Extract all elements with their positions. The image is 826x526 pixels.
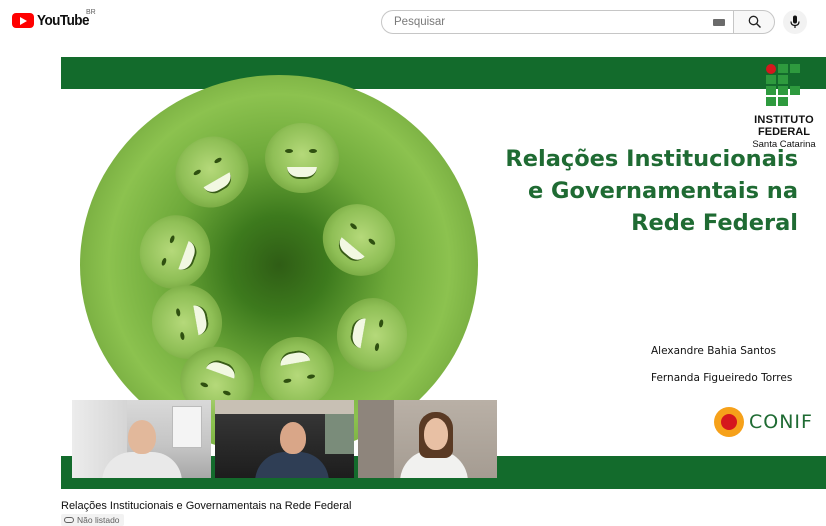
- youtube-logo[interactable]: YouTube BR: [12, 9, 96, 29]
- author-name: Alexandre Bahia Santos: [651, 345, 776, 357]
- visibility-badge-label: Não listado: [77, 515, 120, 525]
- slide-title-line: Relações Institucionais: [505, 146, 798, 172]
- search-input[interactable]: Pesquisar: [381, 10, 733, 34]
- face-illustration: [162, 123, 262, 221]
- ifsc-red-dot: [766, 64, 776, 74]
- search-placeholder: Pesquisar: [394, 16, 446, 28]
- webcam-tile-participant-3: [358, 400, 497, 478]
- link-icon: [64, 517, 74, 523]
- face-illustration: [331, 292, 413, 378]
- webcam-tile-participant-1: [72, 400, 211, 478]
- face-illustration: [265, 123, 339, 193]
- author-name: Fernanda Figueiredo Torres: [651, 372, 793, 384]
- institution-line-1: INSTITUTO: [754, 114, 814, 126]
- conif-logo: CONIF: [714, 407, 813, 437]
- masthead: YouTube BR Pesquisar: [0, 0, 826, 44]
- slide-title-line: Rede Federal: [631, 210, 798, 236]
- voice-search-button[interactable]: [783, 10, 807, 34]
- webcam-tile-participant-2: [215, 400, 354, 478]
- slide-title: Relações Institucionais e Governamentais…: [505, 143, 798, 239]
- slide-title-line: e Governamentais na: [527, 178, 798, 204]
- youtube-play-icon: [12, 13, 34, 28]
- students-circle-photo: [80, 75, 478, 455]
- logo-text: YouTube: [37, 12, 89, 29]
- face-illustration: [129, 205, 221, 299]
- search-icon: [748, 15, 761, 28]
- conif-emblem-icon: [714, 407, 744, 437]
- conif-text: CONIF: [749, 411, 813, 433]
- search-button[interactable]: [733, 10, 775, 34]
- country-code: BR: [86, 9, 96, 16]
- institution-line-2: FEDERAL: [758, 126, 810, 138]
- visibility-badge: Não listado: [61, 514, 124, 526]
- mic-icon: [790, 15, 800, 28]
- face-illustration: [308, 189, 410, 291]
- slide-top-band: [61, 57, 826, 89]
- video-title: Relações Institucionais e Governamentais…: [61, 500, 352, 512]
- video-player[interactable]: INSTITUTO FEDERAL Santa Catarina Relaçõe…: [61, 57, 826, 489]
- keyboard-icon[interactable]: [713, 19, 725, 26]
